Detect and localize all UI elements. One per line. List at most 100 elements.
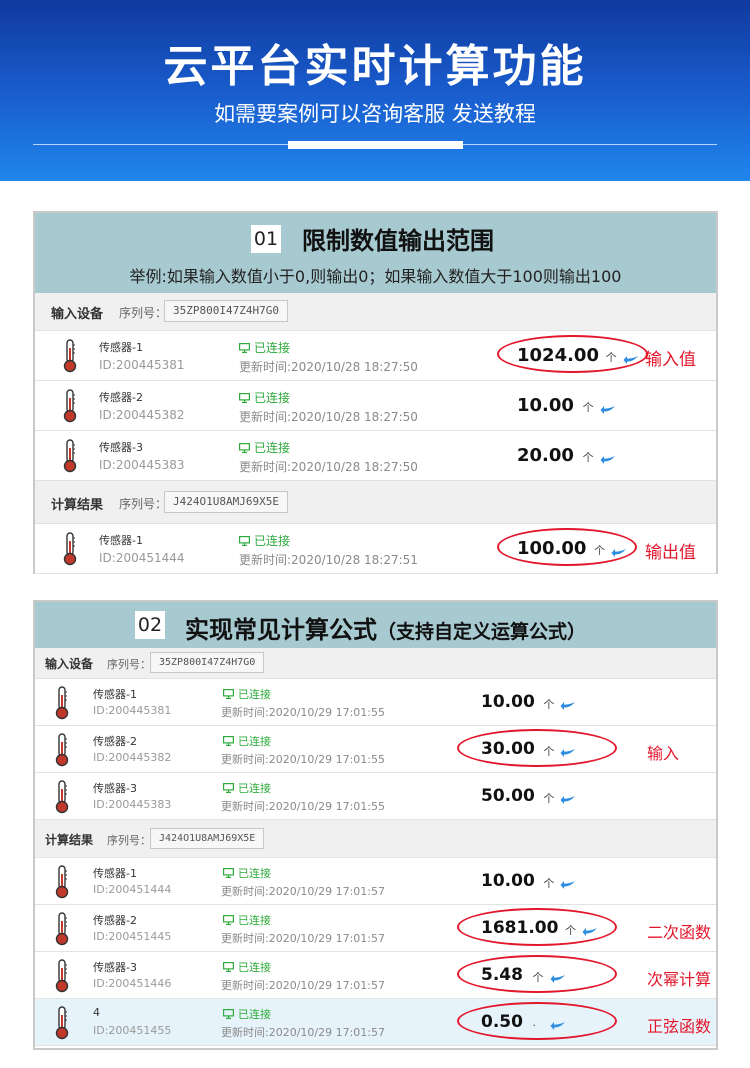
section-calc-results: 计算结果 序列号： J424O1U8AMJ69X5E: [35, 820, 716, 858]
status-text: 已连接: [238, 735, 271, 748]
status-text: 已连接: [254, 441, 291, 455]
sensor-name: 传感器-2: [99, 391, 143, 404]
section-label: 输入设备: [51, 307, 104, 322]
sensor-name: 传感器-2: [93, 735, 137, 748]
status-connected: 已连接: [223, 1006, 271, 1022]
sensor-value: 10.00: [481, 692, 535, 712]
highlight-ellipse: [497, 335, 648, 373]
sensor-row[interactable]: 传感器-2 ID:200445382 已连接 更新时间:2020/10/28 18:2…: [35, 381, 716, 431]
sensor-name: 4: [93, 1006, 100, 1019]
sensor-row[interactable]: 传感器-1 ID:200451444 已连接 更新时间:2020/10/29 17:0…: [35, 858, 716, 905]
monitor-icon: [223, 914, 238, 927]
annotation-note: 输入: [647, 744, 680, 763]
annotation-note: 正弦函数: [647, 1017, 712, 1036]
arrow-left-icon[interactable]: [560, 696, 576, 715]
sensor-value: 10.00: [517, 395, 574, 416]
sensor-value: 20.00: [517, 445, 574, 466]
trend-up-indicator: 个: [543, 792, 555, 805]
serial-value[interactable]: J424O1U8AMJ69X5E: [150, 828, 265, 849]
serial-value[interactable]: J424O1U8AMJ69X5E: [164, 491, 288, 513]
sensor-row[interactable]: 4 ID:200451455 已连接更新时间:2020/10/29 17:01:57…: [35, 999, 716, 1046]
arrow-left-icon[interactable]: [600, 400, 616, 419]
serial-label: 序列号：: [119, 497, 168, 511]
status-connected: 已连接: [223, 686, 271, 702]
panel-number: 01: [251, 225, 281, 253]
thermometer-icon: [54, 733, 70, 767]
sensor-row[interactable]: 传感器-2 ID:200445382 已连接 更新时间:2020/10/29 17:0…: [35, 726, 716, 773]
thermometer-icon: [54, 865, 70, 899]
panel-description: 举例:如果输入数值小于0,则输出0；如果输入数值大于100则输出100: [129, 267, 622, 286]
sensor-row[interactable]: 传感器-3 ID:200445383 已连接更新时间:2020/10/28 18:2…: [35, 431, 716, 481]
sensor-id: ID:200445383: [99, 458, 185, 472]
sensor-id: ID:200451446: [93, 977, 172, 990]
annotation-note: 输入值: [645, 350, 696, 370]
panel-title-main: 实现常见计算公式: [185, 616, 377, 644]
page-subtitle: 如需要案例可以咨询客服 发送教程: [214, 102, 536, 126]
section-label: 输入设备: [45, 657, 94, 671]
section-calc-results: 计算结果 序列号： J424O1U8AMJ69X5E: [35, 481, 716, 524]
status-connected: 已连接: [223, 959, 271, 975]
section-label: 计算结果: [51, 498, 104, 513]
status-text: 已连接: [254, 391, 291, 405]
monitor-icon: [223, 867, 238, 880]
thermometer-icon: [54, 959, 70, 993]
thermometer-icon: [62, 532, 78, 566]
sensor-name: 传感器-3: [93, 961, 137, 974]
panel-common-formulas: 02 实现常见计算公式（支持自定义运算公式） 输入设备 序列号： 35ZP800…: [33, 600, 718, 1050]
monitor-icon: [223, 961, 238, 974]
trend-up-indicator: 个: [543, 877, 555, 890]
sensor-row[interactable]: 传感器-3 ID:200451446 已连接 更新时间:2020/10/29 17:0…: [35, 952, 716, 999]
status-text: 已连接: [238, 782, 271, 795]
update-time: 更新时间:2020/10/29 17:01:55: [221, 706, 386, 719]
sensor-row[interactable]: 传感器-2 ID:200451445 已连接 更新时间:2020/10/29 17:0…: [35, 905, 716, 952]
panel-header: 02 实现常见计算公式（支持自定义运算公式）: [35, 602, 716, 648]
highlight-ellipse: [457, 729, 617, 767]
thermometer-icon: [54, 686, 70, 720]
arrow-left-icon[interactable]: [560, 875, 576, 894]
sensor-id: ID:200445382: [93, 751, 172, 764]
thermometer-icon: [62, 439, 78, 473]
sensor-id: ID:200451445: [93, 930, 172, 943]
section-label: 计算结果: [45, 833, 94, 847]
update-time: 更新时间:2020/10/29 17:01:55: [221, 800, 386, 813]
monitor-icon: [239, 441, 254, 455]
sensor-name: 传感器-3: [99, 441, 143, 454]
arrow-left-icon[interactable]: [600, 450, 616, 469]
monitor-icon: [223, 688, 238, 701]
sensor-id: ID:200445381: [99, 358, 185, 372]
sensor-row[interactable]: 传感器-1 ID:200445381 已连接 更新时间:2020/10/29 17:0…: [35, 679, 716, 726]
sensor-id: ID:200445383: [93, 798, 172, 811]
serial-value[interactable]: 35ZP800I47Z4H7G0: [164, 300, 288, 322]
monitor-icon: [239, 391, 254, 405]
serial-value[interactable]: 35ZP800I47Z4H7G0: [150, 652, 265, 673]
status-text: 已连接: [238, 1008, 271, 1021]
thermometer-icon: [54, 1006, 70, 1040]
status-text: 已连接: [238, 914, 271, 927]
monitor-icon: [223, 735, 238, 748]
sensor-row[interactable]: 传感器-3 ID:200445383 已连接更新时间:2020/10/29 17:0…: [35, 773, 716, 820]
sensor-name: 传感器-3: [93, 782, 137, 795]
status-text: 已连接: [238, 688, 271, 701]
sensor-row[interactable]: 传感器-1 ID:200451444 已连接 更新时间:2020/10/28 18:2…: [35, 524, 716, 574]
annotation-note: 次幂计算: [647, 970, 712, 989]
thermometer-icon: [62, 389, 78, 423]
sensor-name: 传感器-1: [93, 867, 137, 880]
annotation-note: 输出值: [645, 543, 696, 563]
header-banner: 云平台实时计算功能 如需要案例可以咨询客服 发送教程: [0, 0, 750, 181]
arrow-left-icon[interactable]: [560, 790, 576, 809]
update-time: 更新时间:2020/10/28 18:27:50: [239, 460, 418, 474]
sensor-value: 10.00: [481, 871, 535, 891]
annotation-note: 二次函数: [647, 923, 712, 942]
sensor-id: ID:200451455: [93, 1024, 172, 1037]
serial-label: 序列号：: [119, 306, 168, 320]
status-text: 已连接: [254, 534, 291, 548]
sensor-row[interactable]: 传感器-1 ID:200445381 已连接 更新时间:2020/10/28 18:2…: [35, 331, 716, 381]
update-time: 更新时间:2020/10/28 18:27:50: [239, 360, 418, 374]
monitor-icon: [223, 782, 238, 795]
panel-header: 01 限制数值输出范围 举例:如果输入数值小于0,则输出0；如果输入数值大于10…: [35, 213, 716, 293]
panel-number: 02: [135, 611, 165, 639]
sensor-name: 传感器-2: [93, 914, 137, 927]
status-connected: 已连接: [239, 339, 290, 356]
update-time: 更新时间:2020/10/29 17:01:57: [221, 1026, 386, 1039]
update-time: 更新时间:2020/10/28 18:27:50: [239, 410, 418, 424]
